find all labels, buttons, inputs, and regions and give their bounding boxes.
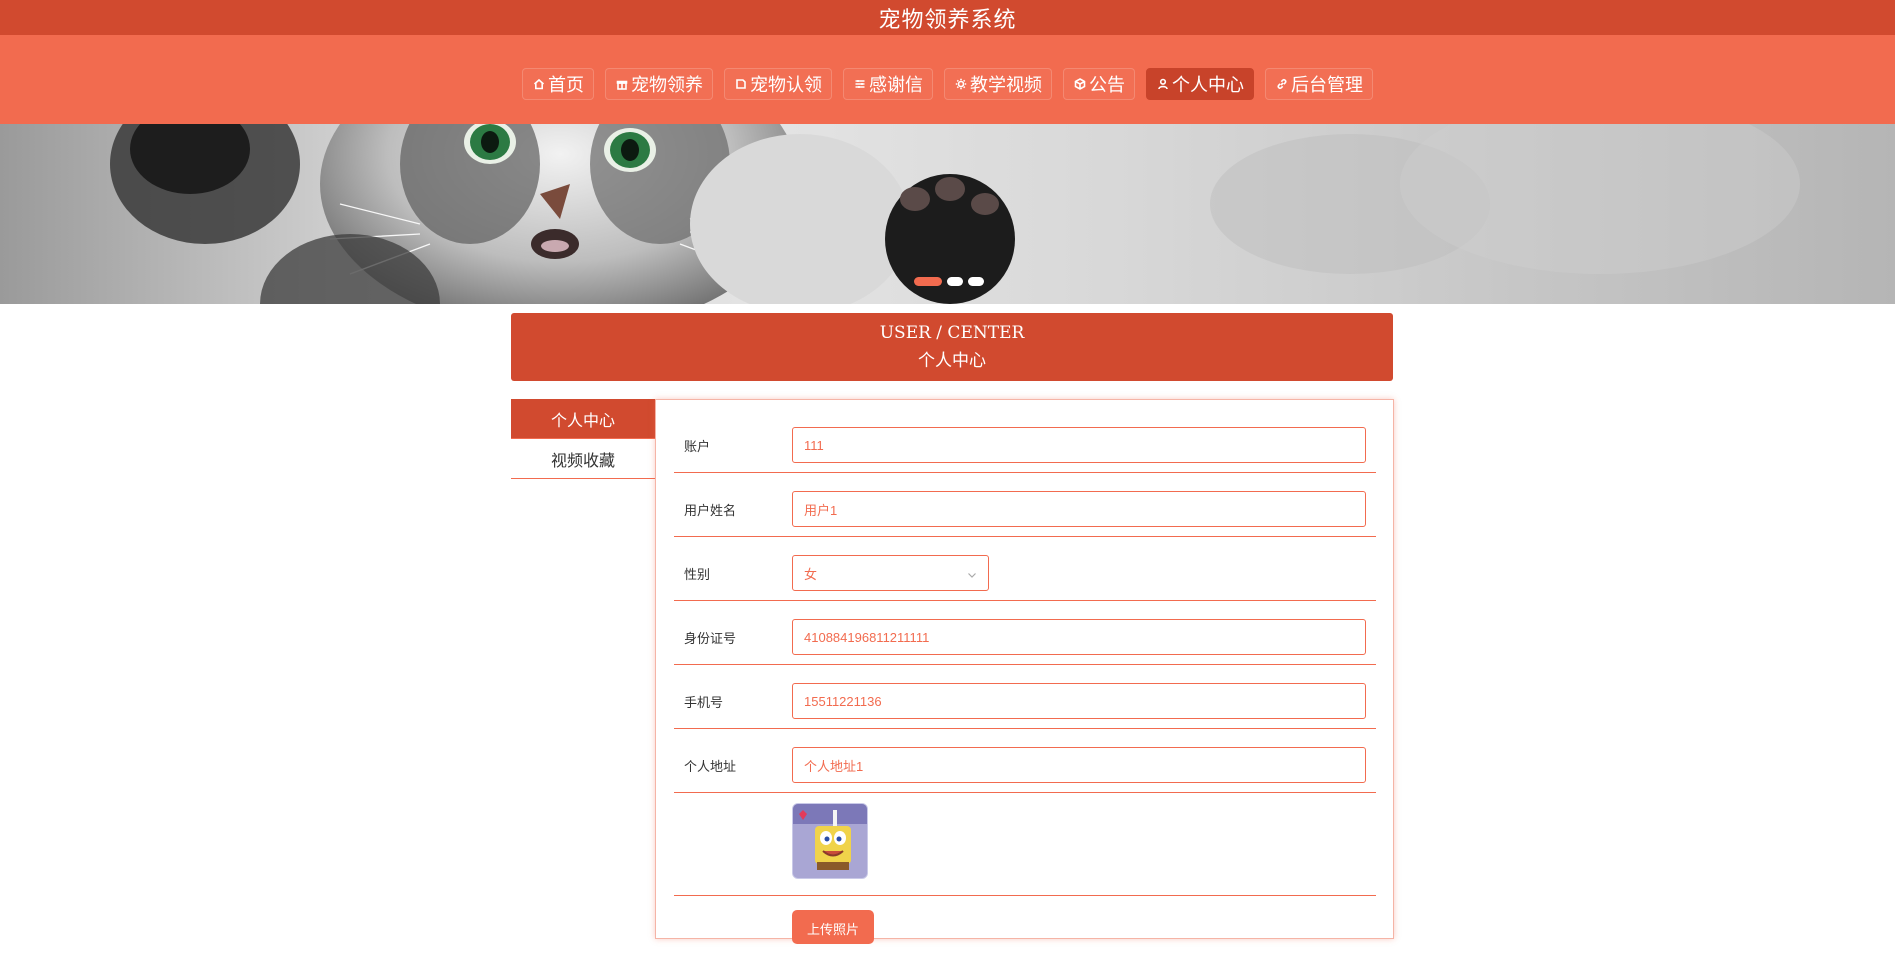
form-row-name: 用户姓名 用户1 (674, 473, 1376, 537)
side-item-label: 个人中心 (550, 410, 615, 430)
carousel-dot[interactable] (968, 277, 984, 286)
form-row-upload: 上传照片 (674, 896, 1376, 956)
carousel-dot[interactable] (947, 277, 963, 286)
account-label: 账户 (684, 440, 711, 455)
side-item-video-favorites[interactable]: 视频收藏 (511, 439, 655, 479)
nav-item-label: 宠物领养 (631, 74, 703, 96)
id-number-value: 410884196811211111 (804, 629, 930, 645)
banner-carousel[interactable] (0, 124, 1895, 304)
name-label: 用户姓名 (684, 504, 737, 519)
cube-icon (1073, 77, 1087, 91)
form-row-account: 账户 111 (674, 400, 1376, 473)
nav-item-label: 感谢信 (869, 74, 923, 96)
nav-item-thanks[interactable]: 感谢信 (843, 67, 933, 100)
nav-item-home[interactable]: 首页 (522, 67, 594, 100)
gender-value: 女 (804, 566, 818, 582)
address-value: 个人地址1 (804, 758, 864, 774)
nav-item-label: 首页 (548, 74, 584, 96)
chevron-down-icon (967, 568, 977, 578)
nav-item-label: 后台管理 (1291, 74, 1363, 96)
gift-icon (615, 77, 629, 91)
section-title-en: USER / CENTER (879, 323, 1025, 343)
form-row-id-number: 身份证号 410884196811211111 (674, 601, 1376, 665)
spongebob-avatar-image (793, 804, 867, 878)
gender-select[interactable]: 女 (792, 555, 989, 591)
nav-item-admin[interactable]: 后台管理 (1265, 67, 1373, 100)
section-header: USER / CENTER 个人中心 (511, 313, 1393, 381)
phone-value: 15511221136 (804, 693, 882, 709)
main-nav: 首页 宠物领养 宠物认领 感谢信 教学视频 公告 个人中心 后台管理 (0, 35, 1895, 124)
section-title-cn: 个人中心 (918, 351, 986, 371)
link-icon (1275, 77, 1289, 91)
form-row-avatar (674, 793, 1376, 896)
nav-item-adopt[interactable]: 宠物领养 (605, 67, 713, 100)
carousel-indicators (914, 277, 984, 286)
tag-icon (734, 77, 748, 91)
side-menu: 个人中心 视频收藏 (511, 399, 655, 479)
gender-label: 性别 (684, 568, 711, 583)
profile-form: 账户 111 用户姓名 用户1 性别 女 身份证号 41088419681121… (655, 399, 1394, 944)
upload-photo-button[interactable]: 上传照片 (792, 910, 874, 944)
id-number-label: 身份证号 (684, 632, 737, 647)
site-title: 宠物领养系统 (878, 7, 1017, 33)
sliders-icon (853, 77, 867, 91)
nav-item-notice[interactable]: 公告 (1063, 67, 1135, 100)
side-item-label: 视频收藏 (550, 450, 615, 470)
home-icon (532, 77, 546, 91)
phone-label: 手机号 (684, 696, 724, 711)
account-input[interactable]: 111 (792, 427, 1366, 463)
avatar (792, 803, 868, 879)
id-number-input[interactable]: 410884196811211111 (792, 619, 1366, 655)
nav-item-videos[interactable]: 教学视频 (944, 67, 1052, 100)
carousel-dot[interactable] (914, 277, 942, 286)
address-input[interactable]: 个人地址1 (792, 747, 1366, 783)
nav-item-user-center[interactable]: 个人中心 (1146, 67, 1254, 100)
form-row-address: 个人地址 个人地址1 (674, 729, 1376, 793)
user-icon (1156, 77, 1170, 91)
sun-icon (954, 77, 968, 91)
nav-item-label: 宠物认领 (750, 74, 822, 96)
nav-item-claim[interactable]: 宠物认领 (724, 67, 832, 100)
nav-item-label: 教学视频 (970, 74, 1042, 96)
name-input[interactable]: 用户1 (792, 491, 1366, 527)
form-row-gender: 性别 女 (674, 537, 1376, 601)
name-value: 用户1 (804, 502, 838, 518)
side-item-user-center[interactable]: 个人中心 (511, 399, 655, 439)
nav-item-label: 个人中心 (1172, 74, 1244, 96)
account-value: 111 (804, 437, 824, 453)
form-row-phone: 手机号 15511221136 (674, 665, 1376, 729)
top-bar: 宠物领养系统 (0, 0, 1895, 35)
address-label: 个人地址 (684, 760, 737, 775)
upload-photo-label: 上传照片 (806, 923, 859, 938)
nav-item-label: 公告 (1089, 74, 1125, 96)
phone-input[interactable]: 15511221136 (792, 683, 1366, 719)
